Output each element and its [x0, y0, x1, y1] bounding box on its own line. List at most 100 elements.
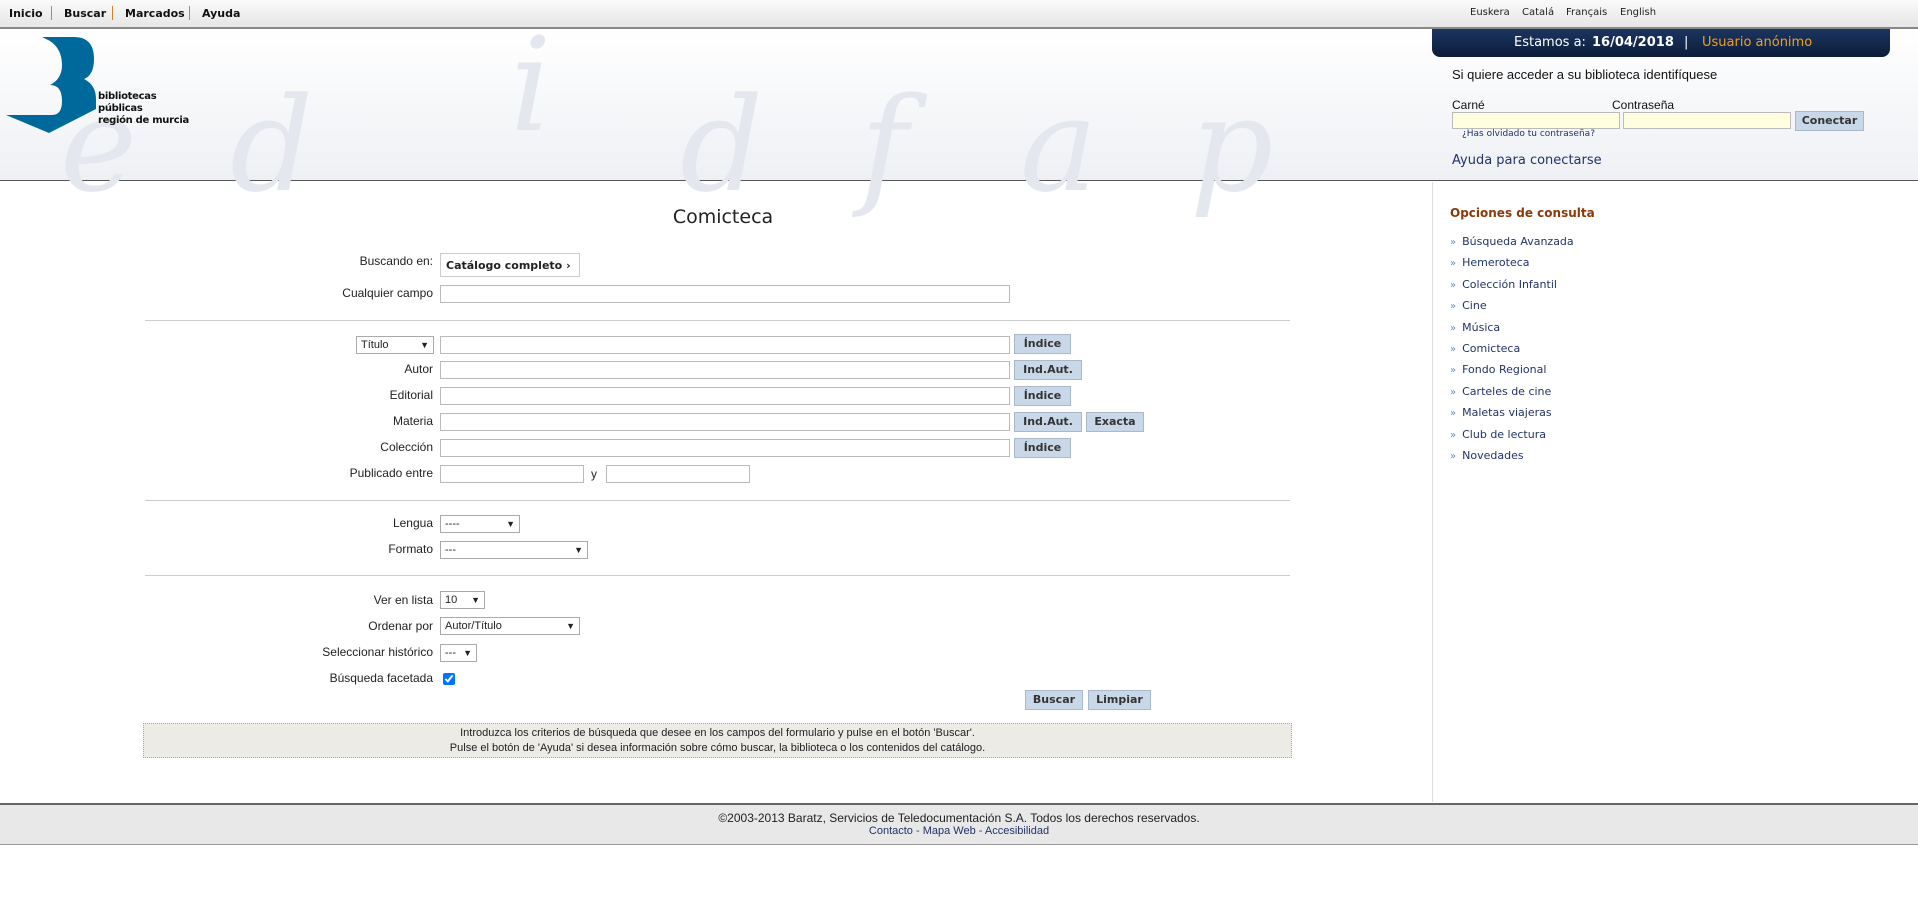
- sidebar-item[interactable]: » Fondo Regional: [1450, 363, 1546, 376]
- sidebar-item-label: Cine: [1462, 299, 1487, 313]
- any-field-label: Cualquier campo: [342, 286, 433, 300]
- sidebar-item[interactable]: » Maletas viajeras: [1450, 406, 1552, 419]
- info-line-2: Pulse el botón de 'Ayuda' si desea infor…: [449, 742, 986, 754]
- connect-button[interactable]: Conectar: [1795, 111, 1864, 131]
- title-input[interactable]: [440, 336, 1010, 354]
- sidebar-item[interactable]: » Comicteca: [1450, 342, 1520, 355]
- sidebar-item[interactable]: » Cine: [1450, 299, 1487, 312]
- list-size-value: 10: [445, 594, 458, 606]
- language-label: Lengua: [392, 516, 433, 530]
- sort-by-select[interactable]: Autor/Título ▼: [440, 617, 580, 635]
- subject-input[interactable]: [440, 413, 1010, 431]
- collection-label: Colección: [380, 440, 433, 454]
- dropdown-arrow-icon: ▼: [566, 621, 575, 631]
- login-help-link[interactable]: Ayuda para conectarse: [1452, 153, 1602, 168]
- double-chevron-icon: »: [1450, 322, 1457, 334]
- sidebar-item[interactable]: » Colección Infantil: [1450, 278, 1557, 291]
- info-line-1: Introduzca los criterios de búsqueda que…: [460, 727, 975, 739]
- footer-link-contact[interactable]: Contacto: [869, 825, 913, 837]
- watermark-letter: p: [1190, 69, 1274, 221]
- sidebar-item-label: Música: [1462, 320, 1501, 334]
- footer-link-accessibility[interactable]: Accesibilidad: [985, 825, 1049, 837]
- nav-marcados[interactable]: Marcados: [125, 7, 185, 20]
- history-select[interactable]: --- ▼: [440, 644, 477, 662]
- password-input[interactable]: [1623, 112, 1791, 129]
- dropdown-arrow-icon: ▼: [574, 545, 583, 555]
- double-chevron-icon: »: [1450, 451, 1457, 462]
- lang-francais[interactable]: Français: [1566, 7, 1607, 18]
- dropdown-arrow-icon: ▼: [463, 648, 472, 658]
- sidebar-item-label: Colección Infantil: [1462, 277, 1557, 291]
- faceted-search-checkbox[interactable]: [443, 673, 455, 685]
- field-type-select[interactable]: Título ▼: [356, 336, 434, 354]
- collection-index-button[interactable]: Índice: [1014, 438, 1071, 458]
- nav-inicio[interactable]: Inicio: [9, 7, 43, 20]
- divider: [112, 6, 113, 20]
- lang-euskera[interactable]: Euskera: [1470, 7, 1510, 18]
- sidebar-item-label: Comicteca: [1462, 342, 1521, 355]
- faceted-search-label: Búsqueda facetada: [329, 671, 433, 685]
- double-chevron-icon: »: [1450, 408, 1457, 420]
- format-label: Formato: [388, 542, 433, 556]
- footer-link-sitemap[interactable]: Mapa Web: [923, 825, 976, 837]
- divider: [189, 6, 190, 20]
- search-button[interactable]: Buscar: [1025, 690, 1083, 710]
- author-label: Autor: [404, 362, 433, 376]
- sidebar-item[interactable]: » Novedades: [1450, 449, 1524, 462]
- language-select[interactable]: ---- ▼: [440, 515, 520, 533]
- list-size-select[interactable]: 10 ▼: [440, 591, 485, 609]
- watermark-letter: a: [1020, 69, 1098, 221]
- chevron-right-icon: ›: [566, 259, 571, 272]
- publisher-input[interactable]: [440, 387, 1010, 405]
- dropdown-arrow-icon: ▼: [471, 595, 480, 605]
- title-index-button[interactable]: Índice: [1014, 334, 1071, 354]
- format-select[interactable]: --- ▼: [440, 541, 588, 559]
- double-chevron-icon: »: [1450, 386, 1457, 398]
- sidebar-item[interactable]: » Búsqueda Avanzada: [1450, 235, 1574, 248]
- forgot-password-link[interactable]: ¿Has olvidado tu contraseña?: [1462, 129, 1595, 139]
- sidebar-title: Opciones de consulta: [1450, 206, 1595, 220]
- current-date: 16/04/2018: [1592, 35, 1674, 50]
- catalog-selector[interactable]: Catálogo completo ›: [440, 253, 580, 277]
- format-value: ---: [445, 544, 456, 556]
- subject-exact-button[interactable]: Exacta: [1086, 412, 1144, 432]
- author-input[interactable]: [440, 361, 1010, 379]
- catalog-value: Catálogo completo: [446, 259, 563, 272]
- sort-by-label: Ordenar por: [368, 619, 433, 633]
- divider: [145, 500, 1290, 501]
- subject-index-button[interactable]: Ind.Aut.: [1014, 412, 1082, 432]
- sidebar-item[interactable]: » Club de lectura: [1450, 428, 1546, 441]
- nav-ayuda[interactable]: Ayuda: [202, 7, 240, 20]
- searching-in-label: Buscando en:: [359, 254, 433, 268]
- sort-by-value: Autor/Título: [445, 620, 502, 632]
- sidebar-item-label: Novedades: [1462, 449, 1524, 462]
- any-field-input[interactable]: [440, 285, 1010, 303]
- lang-catala[interactable]: Catalá: [1522, 7, 1554, 18]
- author-index-button[interactable]: Ind.Aut.: [1014, 360, 1082, 380]
- sidebar-item-label: Búsqueda Avanzada: [1462, 235, 1574, 248]
- collection-input[interactable]: [440, 439, 1010, 457]
- dropdown-arrow-icon: ▼: [506, 519, 515, 529]
- password-label: Contraseña: [1612, 98, 1675, 112]
- sidebar-item[interactable]: » Música: [1450, 321, 1500, 334]
- nav-buscar[interactable]: Buscar: [64, 7, 106, 20]
- divider: [145, 320, 1290, 321]
- double-chevron-icon: »: [1450, 344, 1457, 355]
- info-box: Introduzca los criterios de búsqueda que…: [143, 723, 1292, 758]
- sidebar-item[interactable]: » Carteles de cine: [1450, 385, 1551, 398]
- double-chevron-icon: »: [1450, 279, 1457, 291]
- logo[interactable]: bibliotecas públicas región de murcia: [4, 37, 204, 137]
- field-type-value: Título: [361, 339, 389, 351]
- double-chevron-icon: »: [1450, 301, 1457, 313]
- watermark-letter: f: [860, 69, 909, 221]
- publisher-index-button[interactable]: Índice: [1014, 386, 1071, 406]
- double-chevron-icon: »: [1450, 429, 1457, 441]
- published-to-input[interactable]: [606, 465, 750, 483]
- sidebar-item[interactable]: » Hemeroteca: [1450, 256, 1530, 269]
- copyright: ©2003-2013 Baratz, Servicios de Teledocu…: [718, 811, 1200, 825]
- lang-english[interactable]: English: [1620, 7, 1656, 18]
- published-from-input[interactable]: [440, 465, 584, 483]
- clear-button[interactable]: Limpiar: [1088, 690, 1151, 710]
- card-input[interactable]: [1452, 112, 1620, 129]
- watermark-letter: d: [680, 69, 764, 221]
